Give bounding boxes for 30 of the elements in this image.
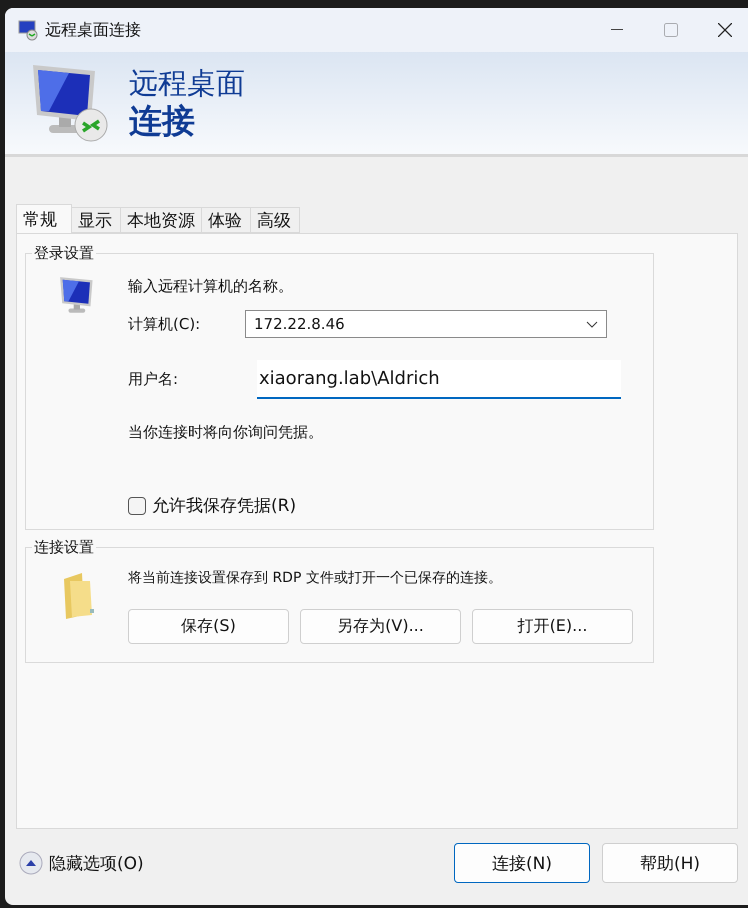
group-title: 登录设置 <box>33 244 95 263</box>
options-toggle-label[interactable]: 隐藏选项(O) <box>49 852 144 874</box>
credentials-note: 当你连接时将向你询问凭据。 <box>128 423 324 442</box>
tab[interactable]: 高级 <box>250 207 300 233</box>
dialog-button[interactable]: 连接(N) <box>454 843 590 883</box>
computer-combobox[interactable]: 172.22.8.46 <box>245 310 607 338</box>
app-icon <box>17 19 39 41</box>
connection-description: 将当前连接设置保存到 RDP 文件或打开一个已保存的连接。 <box>128 569 503 587</box>
checkbox-label: 允许我保存凭据(R) <box>152 495 296 517</box>
computer-label: 计算机(C): <box>128 314 202 334</box>
chevron-down-icon <box>586 320 598 328</box>
dialog-button[interactable]: 帮助(H) <box>602 843 738 883</box>
action-button[interactable]: 打开(E)... <box>472 609 633 644</box>
username-field[interactable]: xiaorang.lab\Aldrich <box>257 360 621 399</box>
close-icon[interactable] <box>718 23 732 37</box>
window-title: 远程桌面连接 <box>45 20 142 40</box>
banner-subtitle: 连接 <box>129 101 196 141</box>
username-label: 用户名: <box>128 370 180 389</box>
collapse-icon[interactable] <box>19 851 43 875</box>
tab[interactable]: 体验 <box>201 207 251 233</box>
banner-title: 远程桌面 <box>129 65 245 101</box>
tab[interactable]: 显示 <box>71 207 121 233</box>
group-title: 连接设置 <box>33 538 95 557</box>
tab[interactable]: 常规 <box>16 204 72 233</box>
action-button[interactable]: 另存为(V)... <box>300 609 461 644</box>
minimize-icon[interactable] <box>611 29 623 31</box>
tab[interactable]: 本地资源 <box>120 207 202 233</box>
save-credentials-checkbox[interactable] <box>128 496 146 514</box>
prompt-text: 输入远程计算机的名称。 <box>128 277 294 296</box>
action-button[interactable]: 保存(S) <box>128 609 289 644</box>
